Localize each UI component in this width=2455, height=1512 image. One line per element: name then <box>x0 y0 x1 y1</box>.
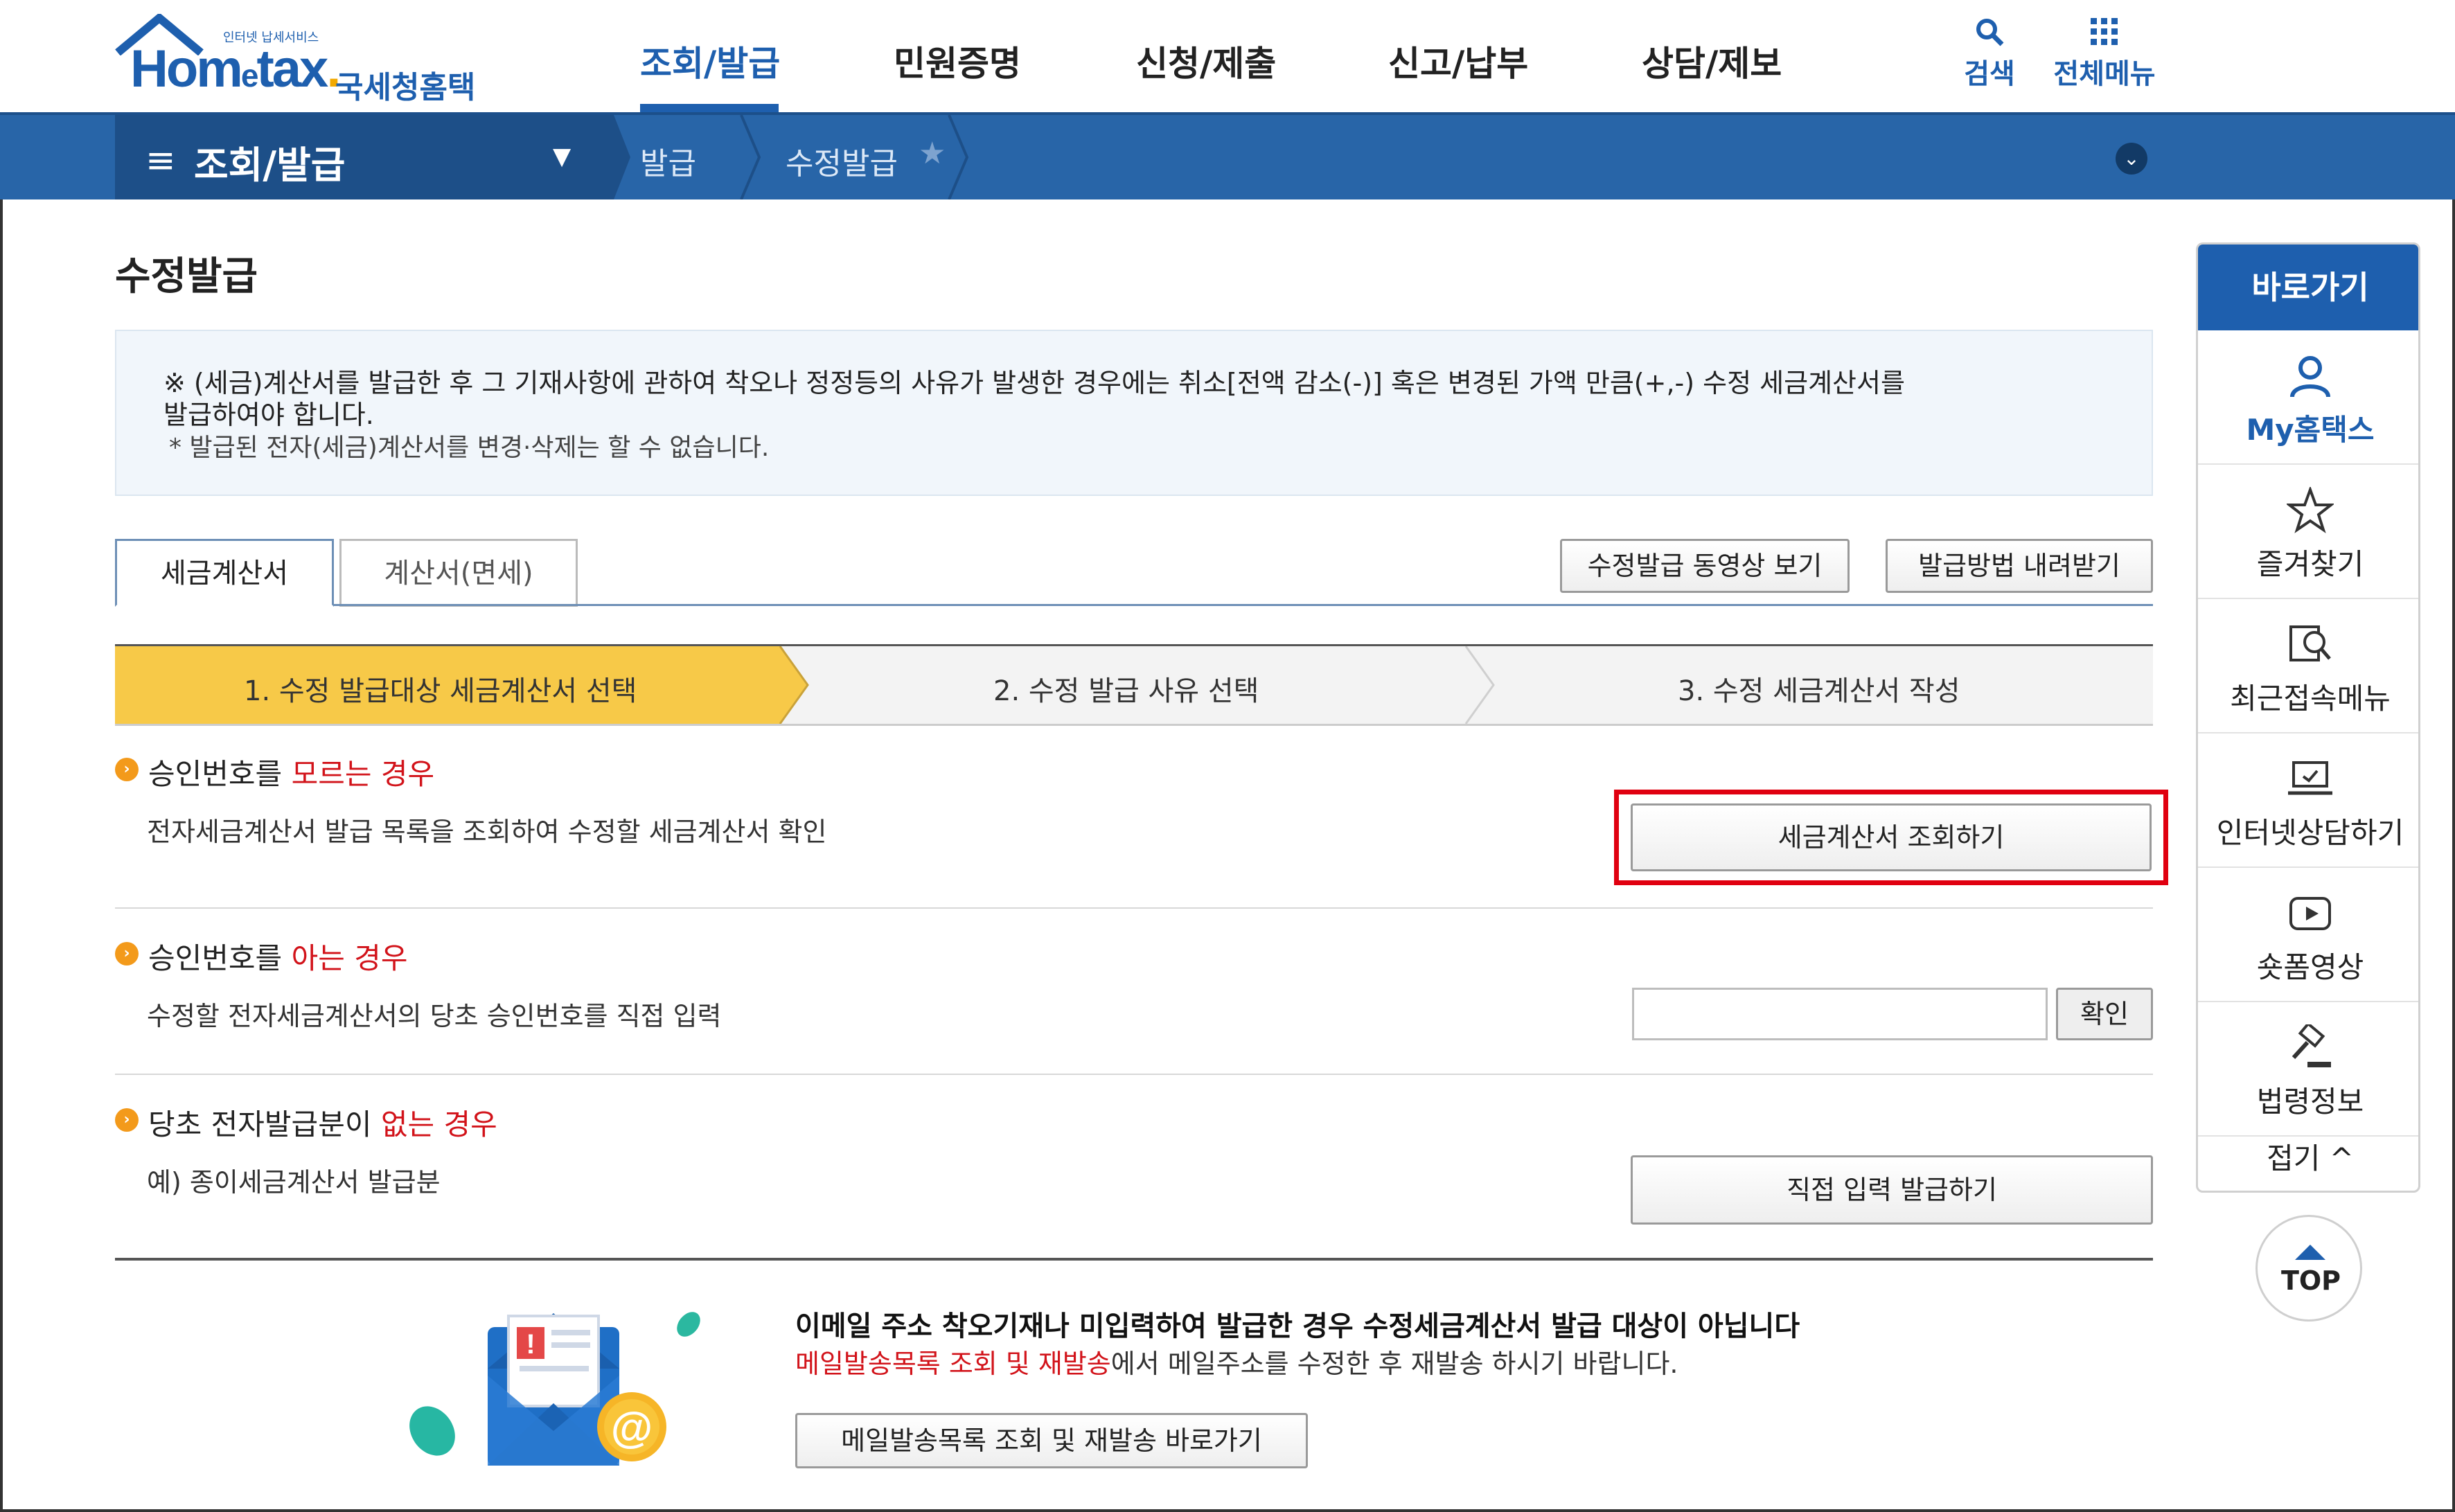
active-menu-indicator <box>640 104 779 112</box>
section-unknown-title: 승인번호를 모르는 경우 <box>148 751 434 793</box>
bullet-icon: › <box>115 1108 139 1132</box>
approval-number-input[interactable] <box>1632 988 2048 1040</box>
notice-line: 발급하여야 합니다. <box>163 400 374 430</box>
star-icon <box>2287 487 2334 533</box>
section-divider <box>115 1074 2153 1075</box>
fold-button[interactable]: 접기 ^ <box>2198 1135 2418 1177</box>
mail-notice-rest: 에서 메일주소를 수정한 후 재발송 하시기 바랍니다. <box>1110 1349 1678 1379</box>
svg-text:@: @ <box>611 1404 653 1452</box>
arrow-up-icon <box>2295 1245 2325 1260</box>
notice-box: ※ (세금)계산서를 발급한 후 그 기재사항에 관하여 착오나 정정등의 사유… <box>115 330 2153 496</box>
caret-down-icon: ▼ <box>553 143 571 170</box>
step-3: 3. 수정 세금계산서 작성 <box>1678 675 1960 707</box>
section-none-desc: 예) 종이세금계산서 발급분 <box>147 1167 441 1198</box>
quick-item-my-hometax[interactable]: My홈택스 <box>2198 330 2418 465</box>
expand-icon[interactable]: ⌄ <box>2116 143 2147 175</box>
hometax-logo[interactable]: 인터넷 납세서비스 Hometax. 국세청홈택스 <box>114 14 502 150</box>
section-none-title: 당초 전자발급분이 없는 경우 <box>148 1101 497 1144</box>
mail-notice-link-text: 메일발송목록 조회 및 재발송 <box>795 1349 1111 1379</box>
tab-tax-invoice[interactable]: 세금계산서 <box>115 539 334 607</box>
svg-text:!: ! <box>526 1329 535 1360</box>
quick-item-label: 인터넷상담하기 <box>2216 816 2404 850</box>
all-menu-label: 전체메뉴 <box>2053 58 2156 90</box>
breadcrumb-separator <box>600 115 630 199</box>
section-title-emphasis: 아는 경우 <box>291 941 408 975</box>
scroll-top-button[interactable]: TOP <box>2255 1215 2362 1322</box>
menu-inquiry-issue[interactable]: 조회/발급 <box>640 36 780 86</box>
hamburger-icon: ≡ <box>145 140 176 181</box>
laptop-icon <box>2288 761 2332 795</box>
location-bar: ≡ 조회/발급 ▼ 발급 수정발급 ★ ⌄ <box>0 115 2455 199</box>
recent-search-icon <box>2289 625 2331 661</box>
quick-item-label: 법령정보 <box>2256 1085 2364 1119</box>
download-guide-button[interactable]: 발급방법 내려받기 <box>1886 539 2153 593</box>
quick-item-label: 최근접속메뉴 <box>2230 682 2391 715</box>
grid-icon <box>2091 18 2118 45</box>
quick-item-favorites[interactable]: 즐겨찾기 <box>2198 465 2418 599</box>
mail-resend-shortcut-button[interactable]: 메일발송목록 조회 및 재발송 바로가기 <box>795 1413 1308 1468</box>
breadcrumb-separator <box>948 115 969 199</box>
breadcrumb-issue[interactable]: 발급 <box>640 139 696 183</box>
quick-item-law-info[interactable]: 법령정보 <box>2198 1002 2418 1137</box>
step-2: 2. 수정 발급 사유 선택 <box>993 675 1259 707</box>
breadcrumb-modify-issue[interactable]: 수정발급 <box>786 139 898 183</box>
menu-consultation[interactable]: 상담/제보 <box>1642 36 1782 86</box>
section-divider <box>115 907 2153 909</box>
mail-notice-text: 메일발송목록 조회 및 재발송에서 메일주소를 수정한 후 재발송 하시기 바랍… <box>795 1342 1678 1380</box>
section-title: 조회/발급 <box>194 143 346 187</box>
logo-brand-part: tax <box>256 39 328 98</box>
logo-brand: Hometax. <box>130 39 341 99</box>
menu-tax-return[interactable]: 신고/납부 <box>1388 36 1528 86</box>
play-icon <box>2289 897 2331 930</box>
quick-menu-title: 바로가기 <box>2198 244 2418 330</box>
tab-invoice-exempt[interactable]: 계산서(면세) <box>339 539 578 607</box>
global-header: 인터넷 납세서비스 Hometax. 국세청홈택스 조회/발급 민원증명 신청/… <box>0 0 2455 150</box>
search-label: 검색 <box>1964 58 2015 90</box>
section-title-emphasis: 없는 경우 <box>380 1108 497 1141</box>
search-icon <box>1976 19 2004 46</box>
tab-underline <box>115 604 2153 606</box>
quick-item-shortform-video[interactable]: 숏폼영상 <box>2198 868 2418 1002</box>
quick-item-online-consult[interactable]: 인터넷상담하기 <box>2198 733 2418 868</box>
person-icon <box>2290 356 2330 398</box>
quick-menu: 바로가기 My홈택스 즐겨찾기 최근접속메뉴 인터넷상담하기 숏폼영상 법령정보… <box>2196 242 2420 1193</box>
notice-line: * 발급된 전자(세금)계산서를 변경·삭제는 할 수 없습니다. <box>169 434 770 462</box>
quick-item-label: 숏폼영상 <box>2256 950 2364 984</box>
step-1: 1. 수정 발급대상 세금계산서 선택 <box>244 675 637 707</box>
section-title-text: 당초 전자발급분이 <box>148 1108 381 1141</box>
section-known-desc: 수정할 전자세금계산서의 당초 승인번호를 직접 입력 <box>147 1001 722 1031</box>
breadcrumb-separator <box>740 115 761 199</box>
logo-brand-part: Hom <box>130 39 243 98</box>
section-title-text: 승인번호를 <box>148 941 292 975</box>
quick-item-label: My홈택스 <box>2246 413 2375 447</box>
step-indicator: 1. 수정 발급대상 세금계산서 선택 2. 수정 발급 사유 선택 3. 수정… <box>115 644 2153 726</box>
menu-application[interactable]: 신청/제출 <box>1136 36 1276 86</box>
notice-line: ※ (세금)계산서를 발급한 후 그 기재사항에 관하여 착오나 정정등의 사유… <box>163 368 1905 398</box>
page-title: 수정발급 <box>115 254 258 299</box>
section-known-title: 승인번호를 아는 경우 <box>148 935 407 977</box>
quick-item-label: 즐겨찾기 <box>2256 547 2364 581</box>
section-unknown-desc: 전자세금계산서 발급 목록을 조회하여 수정할 세금계산서 확인 <box>147 817 827 847</box>
quick-item-recent-menu[interactable]: 최근접속메뉴 <box>2198 599 2418 733</box>
all-menu-button[interactable]: 전체메뉴 <box>2042 17 2167 91</box>
mail-notice-heading: 이메일 주소 착오기재나 미입력하여 발급한 경우 수정세금계산서 발급 대상이… <box>795 1310 1800 1342</box>
mail-illustration-icon: ! @ <box>409 1312 700 1466</box>
content-divider <box>115 1258 2153 1261</box>
menu-certificates[interactable]: 민원증명 <box>894 36 1021 86</box>
bullet-icon: › <box>115 942 139 966</box>
inquire-tax-invoice-button[interactable]: 세금계산서 조회하기 <box>1631 803 2152 871</box>
section-title-text: 승인번호를 <box>148 757 292 791</box>
bullet-icon: › <box>115 758 139 781</box>
section-title-emphasis: 모르는 경우 <box>291 757 435 791</box>
confirm-button[interactable]: 확인 <box>2056 988 2153 1040</box>
section-selector[interactable]: ≡ 조회/발급 ▼ <box>115 115 600 199</box>
search-button[interactable]: 검색 <box>1927 17 2052 91</box>
direct-input-issue-button[interactable]: 직접 입력 발급하기 <box>1631 1155 2153 1225</box>
gavel-icon <box>2292 1024 2331 1067</box>
logo-brand-e: e <box>240 57 259 94</box>
video-button[interactable]: 수정발급 동영상 보기 <box>1560 539 1850 593</box>
top-label: TOP <box>2280 1265 2341 1296</box>
